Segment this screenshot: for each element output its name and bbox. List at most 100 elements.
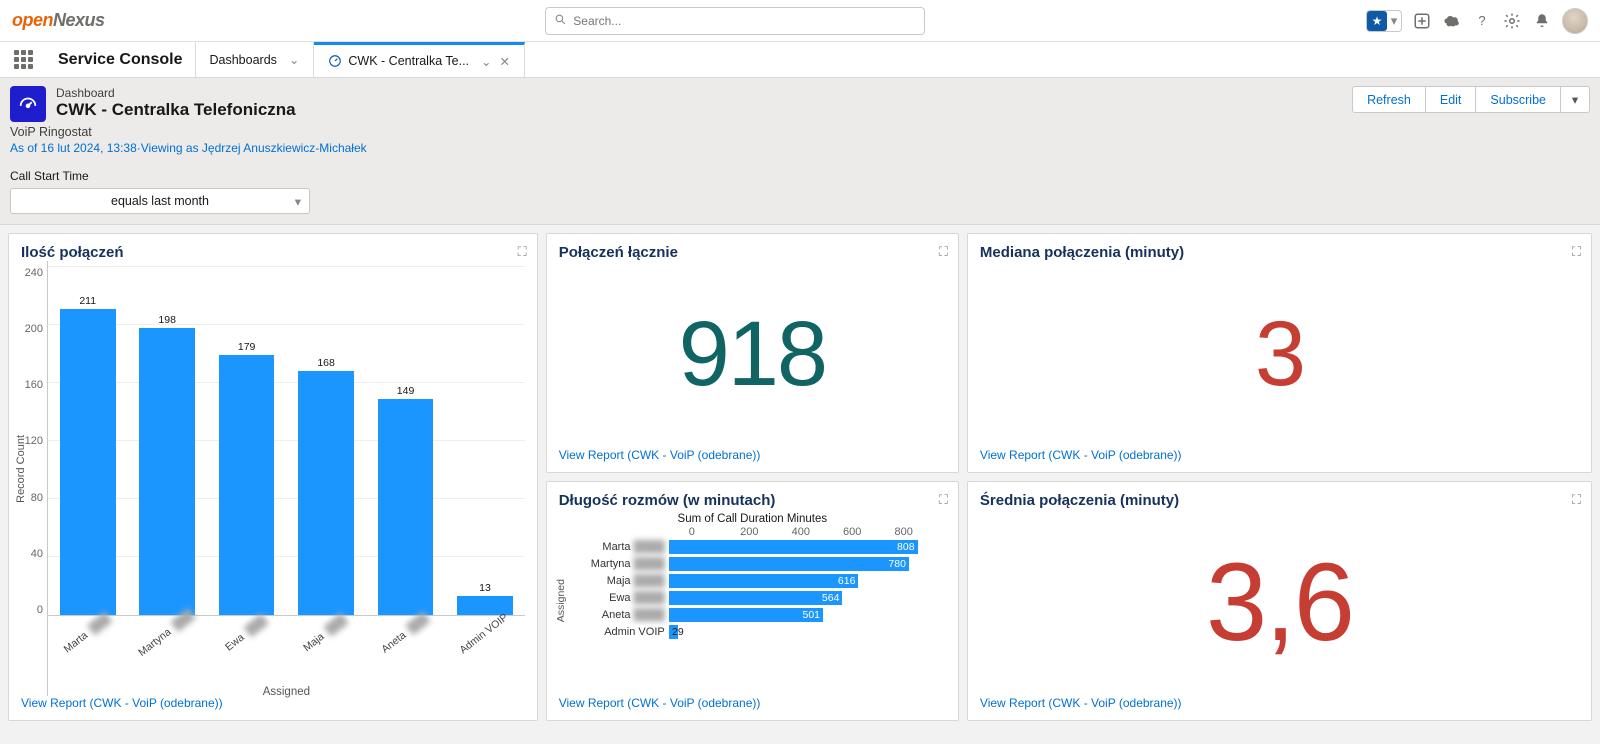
bar-value: 29	[669, 625, 684, 639]
chart-dlugosc: Assigned Sum of Call Duration Minutes 02…	[559, 509, 946, 696]
star-icon: ★	[1367, 11, 1387, 31]
gear-icon[interactable]	[1502, 11, 1522, 31]
global-actions: ★ ▾ ?	[1366, 8, 1588, 34]
more-actions-button[interactable]: ▾	[1560, 86, 1590, 113]
refresh-button[interactable]: Refresh	[1352, 86, 1426, 113]
expand-icon[interactable]: ⛶	[939, 244, 948, 260]
chart-subtitle: Sum of Call Duration Minutes	[559, 513, 946, 525]
bar: 808	[669, 540, 918, 554]
bar-value: 564	[822, 591, 840, 605]
help-icon[interactable]: ?	[1472, 11, 1492, 31]
axis-tick: 80	[31, 492, 43, 504]
page-subtitle: VoiP Ringostat	[10, 125, 1590, 139]
bar-category: Ewa ████	[559, 592, 669, 604]
close-icon[interactable]: ✕	[500, 54, 510, 69]
metric-value: 3	[980, 261, 1579, 448]
card-title: Połączeń łącznie	[559, 244, 946, 261]
app-launcher-icon[interactable]	[0, 42, 46, 77]
chart-bar-col: 179	[207, 267, 286, 615]
chevron-down-icon: ▾	[295, 194, 301, 209]
dashboard-icon	[10, 86, 46, 122]
expand-icon[interactable]: ⛶	[1572, 244, 1581, 260]
expand-icon[interactable]: ⛶	[518, 244, 527, 260]
app-logo: openNexus	[12, 10, 105, 31]
tab-cwk-centralka[interactable]: CWK - Centralka Te... ⌄ ✕	[314, 42, 525, 77]
axis-tick: 600	[843, 526, 894, 538]
card-dlugosc-rozmow: Długość rozmów (w minutach) ⛶ Assigned S…	[546, 481, 959, 721]
card-title: Długość rozmów (w minutach)	[559, 492, 946, 509]
card-title: Ilość połączeń	[21, 244, 525, 261]
expand-icon[interactable]: ⛶	[1572, 492, 1581, 508]
edit-button[interactable]: Edit	[1425, 86, 1477, 113]
bar-value: 13	[479, 582, 491, 594]
search-input[interactable]	[573, 14, 916, 28]
bar: 564	[669, 591, 843, 605]
salesforce-icon[interactable]	[1442, 11, 1462, 31]
view-report-link[interactable]: View Report (CWK - VoiP (odebrane))	[559, 448, 946, 462]
chart-bar-col: 149	[366, 267, 445, 615]
bar-category: Admin VOIP	[446, 600, 558, 712]
chart-bar-col: 168	[286, 267, 365, 615]
chevron-down-icon: ▾	[1387, 11, 1401, 31]
axis-tick: 200	[740, 526, 791, 538]
axis-tick: 0	[689, 526, 740, 538]
view-report-link[interactable]: View Report (CWK - VoiP (odebrane))	[980, 448, 1579, 462]
chart-bar-row: Ewa ████ 564	[559, 589, 946, 606]
axis-tick: 400	[792, 526, 843, 538]
bar-value: 808	[897, 540, 915, 554]
axis-tick: 0	[37, 604, 43, 616]
expand-icon[interactable]: ⛶	[939, 492, 948, 508]
bar-category: Martyna ████	[559, 558, 669, 570]
search-icon	[554, 13, 573, 29]
card-ilosc-polaczen: Ilość połączeń ⛶ Record Count 2402001601…	[8, 233, 538, 721]
user-avatar[interactable]	[1562, 8, 1588, 34]
card-title: Średnia połączenia (minuty)	[980, 492, 1579, 509]
bar-category: Admin VOIP	[559, 626, 669, 638]
bar: 29	[669, 625, 678, 639]
bar: 616	[669, 574, 859, 588]
chart-bar-row: Admin VOIP29	[559, 623, 946, 640]
axis-tick: 120	[25, 435, 43, 447]
chevron-down-icon: ⌄	[481, 54, 491, 69]
add-icon[interactable]	[1412, 11, 1432, 31]
metric-value: 3,6	[980, 509, 1579, 696]
page-title: CWK - Centralka Telefoniczna	[56, 100, 296, 120]
bar-value: 501	[802, 608, 820, 622]
card-polaczen-lacznie: Połączeń łącznie ⛶ 918 View Report (CWK …	[546, 233, 959, 473]
metric-value: 918	[559, 261, 946, 448]
chart-bar-row: Maja ████616	[559, 572, 946, 589]
bar-value: 168	[317, 357, 335, 369]
card-mediana-polaczenia: Mediana połączenia (minuty) ⛶ 3 View Rep…	[967, 233, 1592, 473]
axis-tick: 200	[25, 323, 43, 335]
dashboard-tab-icon	[328, 54, 342, 68]
bar-category: Marta ████	[559, 541, 669, 553]
bar	[139, 328, 195, 615]
bell-icon[interactable]	[1532, 11, 1552, 31]
bar	[378, 399, 434, 615]
chevron-down-icon: ⌄	[289, 52, 299, 67]
bar-value: 211	[79, 295, 96, 307]
favorites-menu[interactable]: ★ ▾	[1366, 10, 1402, 32]
axis-tick: 800	[894, 526, 945, 538]
global-search[interactable]	[545, 7, 925, 35]
app-name: Service Console	[46, 42, 196, 77]
tab-dashboards[interactable]: Dashboards ⌄	[196, 42, 315, 77]
bar-category: Aneta ████	[559, 609, 669, 621]
axis-tick: 40	[31, 548, 43, 560]
card-srednia-polaczenia: Średnia połączenia (minuty) ⛶ 3,6 View R…	[967, 481, 1592, 721]
bar	[219, 355, 275, 615]
bar-value: 179	[238, 341, 256, 353]
view-report-link[interactable]: View Report (CWK - VoiP (odebrane))	[559, 696, 946, 710]
filter-picker[interactable]: equals last month ▾	[10, 188, 310, 214]
subscribe-button[interactable]: Subscribe	[1475, 86, 1561, 113]
dashboard-grid: Połączeń łącznie ⛶ 918 View Report (CWK …	[0, 225, 1600, 729]
bar-value: 198	[158, 314, 176, 326]
as-of-timestamp: As of 16 lut 2024, 13:38·Viewing as Jędr…	[10, 141, 1590, 155]
chart-bar-row: Martyna ████ 780	[559, 555, 946, 572]
view-report-link[interactable]: View Report (CWK - VoiP (odebrane))	[980, 696, 1579, 710]
bar-value: 149	[397, 385, 415, 397]
bar-value: 780	[888, 557, 906, 571]
axis-tick: 240	[25, 267, 43, 279]
bar: 780	[669, 557, 909, 571]
x-axis-label: Assigned	[263, 686, 310, 698]
